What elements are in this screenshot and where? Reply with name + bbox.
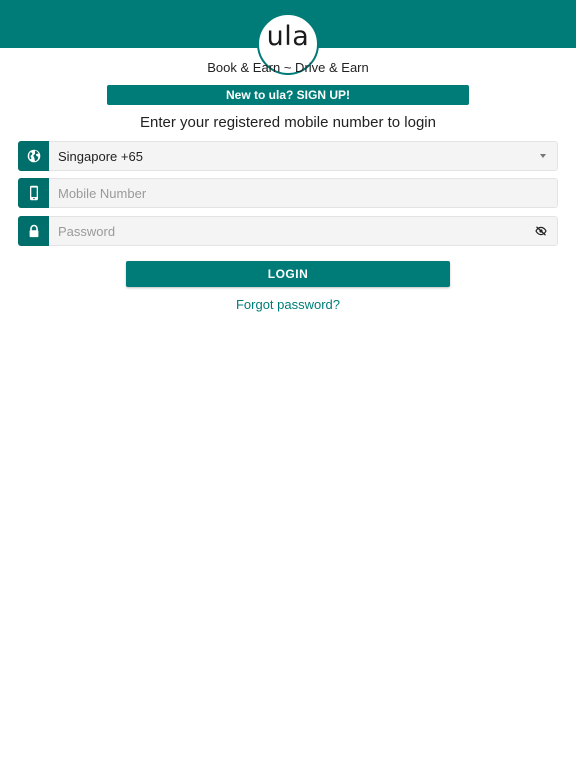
login-button[interactable]: LOGIN [126,261,450,287]
lock-icon [18,216,49,246]
mobile-field-body [49,178,558,208]
chevron-down-icon [540,154,546,158]
password-input[interactable] [58,223,534,239]
forgot-password-link[interactable]: Forgot password? [0,297,576,312]
mobile-number-input[interactable] [58,185,548,201]
country-select-body[interactable]: Singapore +65 [49,141,558,171]
country-select-value: Singapore +65 [58,148,143,164]
globe-icon [18,141,49,171]
password-field-body [49,216,558,246]
country-select[interactable]: Singapore +65 [18,141,558,171]
logo-text: ula [266,21,310,52]
eye-off-icon[interactable] [534,224,548,238]
tagline: Book & Earn ~ Drive & Earn [207,60,369,75]
phone-icon [18,178,49,208]
password-field-row [18,216,558,246]
login-instruction: Enter your registered mobile number to l… [140,114,436,131]
mobile-field-row [18,178,558,208]
signup-button[interactable]: New to ula? SIGN UP! [107,85,469,105]
